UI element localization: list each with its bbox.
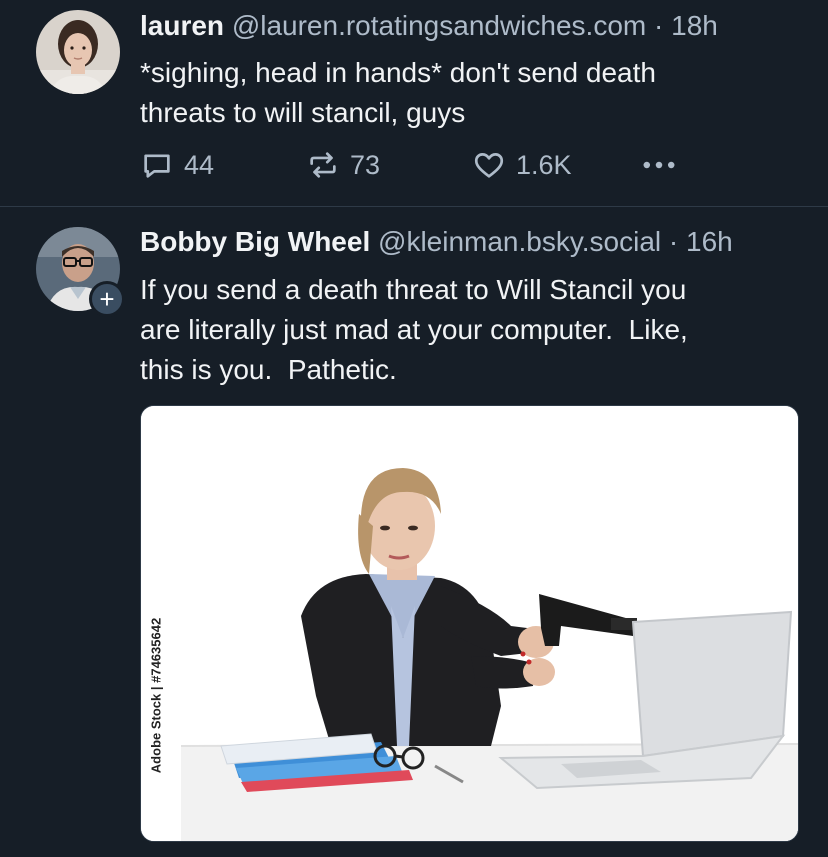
post[interactable]: lauren @lauren.rotatingsandwiches.com · … [0,0,828,206]
display-name[interactable]: lauren [140,10,224,41]
like-count: 1.6K [516,149,572,180]
post-header: Bobby Big Wheel @kleinman.bsky.social · … [140,225,733,259]
ellipsis-icon [643,161,675,169]
handle[interactable]: @kleinman.bsky.social [378,226,661,257]
repost-button[interactable]: 73 [306,145,380,185]
post-text-line: If you send a death threat to Will Stanc… [140,274,687,305]
separator: · [668,226,679,257]
feed: lauren @lauren.rotatingsandwiches.com · … [0,0,828,857]
stock-photo-woman-aiming-gun-at-laptop [141,406,798,841]
reply-button[interactable]: 44 [140,145,214,185]
separator: · [654,10,664,41]
avatar[interactable] [36,10,120,94]
post-header: lauren @lauren.rotatingsandwiches.com · … [140,9,718,43]
post[interactable]: + Bobby Big Wheel @kleinman.bsky.social … [0,207,828,857]
timestamp[interactable]: 18h [671,10,718,41]
post-text-line: *sighing, head in hands* don't send deat… [140,57,656,88]
post-text-line: this is you. Pathetic. [140,354,397,385]
post-text: If you send a death threat to Will Stanc… [140,270,800,390]
more-options-button[interactable] [640,145,678,185]
speech-bubble-icon [144,154,170,178]
post-image[interactable]: Adobe Stock | #74635642 [140,405,799,842]
post-text: *sighing, head in hands* don't send deat… [140,53,800,133]
follow-button[interactable]: + [89,281,125,317]
post-text-line: are literally just mad at your computer.… [140,314,688,345]
display-name[interactable]: Bobby Big Wheel [140,226,370,257]
reply-count: 44 [184,149,215,180]
timestamp[interactable]: 16h [686,226,733,257]
handle[interactable]: @lauren.rotatingsandwiches.com [232,10,646,41]
repost-arrows-icon [310,152,336,178]
repost-count: 73 [350,149,381,180]
heart-icon [474,153,504,178]
post-text-line: threats to will stancil, guys [140,97,466,128]
post-actions: 44 73 1.6K [140,145,700,185]
image-credit-watermark: Adobe Stock | #74635642 [148,617,164,774]
avatar-image [36,10,120,94]
like-button[interactable]: 1.6K [472,145,572,185]
